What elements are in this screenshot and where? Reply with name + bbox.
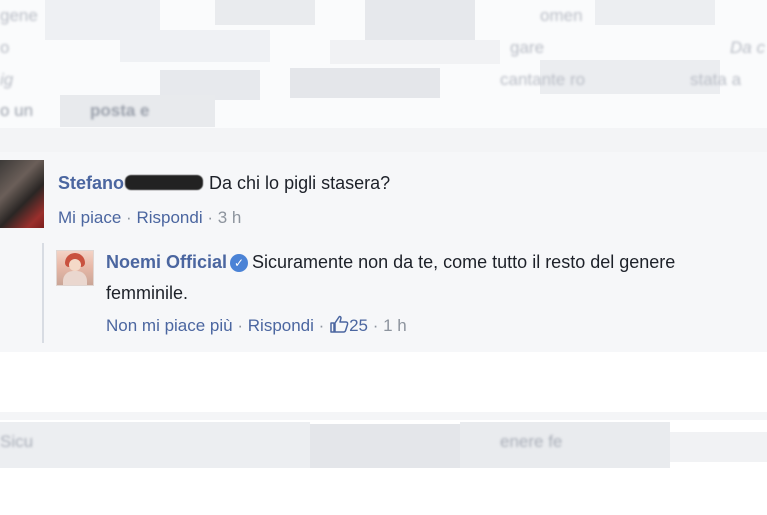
comment-actions: Mi piace · Rispondi · 3 h (58, 208, 241, 228)
reply-timestamp[interactable]: 1 h (383, 316, 407, 335)
reply-link[interactable]: Rispondi (248, 316, 314, 335)
reply-author-name[interactable]: Noemi Official (106, 252, 227, 272)
blurred-text-fragment: posta e (90, 101, 150, 120)
like-link[interactable]: Mi piace (58, 208, 121, 227)
pixelated-background-top: gene omen o gare Da c ig cantante ro sta… (0, 0, 767, 152)
comment-body: Stefano Da chi lo pigli stasera? (58, 173, 390, 194)
blurred-text-fragment: enere fe (500, 432, 563, 451)
like-count[interactable]: 25 (349, 316, 368, 335)
blurred-text-fragment: cantante ro (500, 70, 586, 89)
comment-timestamp[interactable]: 3 h (218, 208, 242, 227)
unlike-link[interactable]: Non mi piace più (106, 316, 233, 335)
blurred-text-fragment: stata a (690, 70, 742, 89)
blurred-text-fragment: omen (540, 6, 583, 25)
reply-actions: Non mi piace più · Rispondi · 25 · 1 h (106, 315, 407, 338)
separator-dot: · (372, 316, 379, 335)
reply-thread-line (42, 243, 44, 343)
blurred-text-fragment: o un (0, 101, 34, 120)
verified-badge-icon: ✓ (230, 254, 249, 272)
blurred-text-fragment: Sicu (0, 432, 34, 451)
blurred-text-fragment: gene (0, 6, 38, 25)
comment-author-name[interactable]: Stefano (58, 173, 124, 193)
comment-text: Da chi lo pigli stasera? (209, 173, 391, 193)
commenter-avatar[interactable] (0, 160, 44, 228)
blurred-text-fragment: ig (0, 70, 14, 89)
thumbs-up-icon[interactable] (329, 315, 349, 338)
reply-text-line2: femminile. (106, 283, 189, 303)
separator-dot: · (318, 316, 325, 335)
avatar-face (69, 259, 81, 271)
censored-surname (125, 175, 204, 190)
avatar-body (63, 271, 87, 285)
reply-author-avatar[interactable] (56, 250, 94, 286)
reply-text-line1: Sicuramente non da te, come tutto il res… (252, 252, 676, 272)
separator-dot: · (237, 316, 244, 335)
pixelated-background-bottom: Sicu enere fe (0, 352, 767, 515)
blurred-text-fragment: Da c (730, 38, 765, 57)
reply-body: Noemi Official ✓ Sicuramente non da te, co… (106, 252, 675, 273)
blurred-text-fragment: o (0, 38, 10, 57)
separator-dot: · (126, 208, 132, 227)
blurred-text-fragment: gare (510, 38, 545, 57)
separator-dot: · (207, 208, 214, 227)
reply-link[interactable]: Rispondi (136, 208, 202, 227)
